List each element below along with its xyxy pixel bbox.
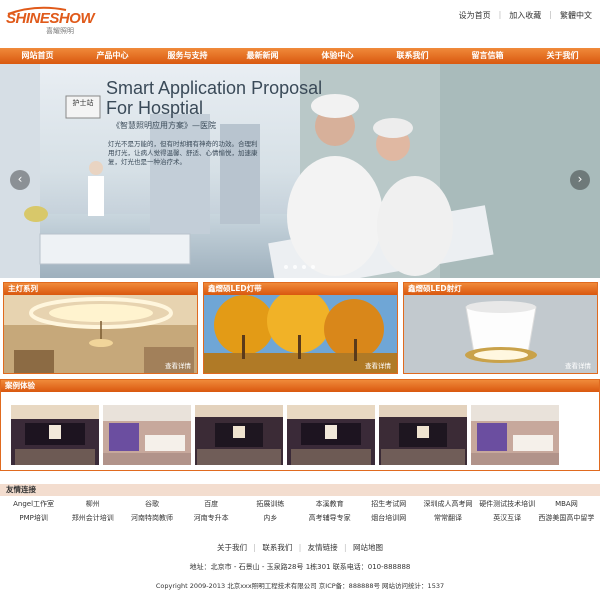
banner-title-line2: For Hosptial [106,98,204,118]
friend-link[interactable]: 西游美国高中留学 [537,513,596,523]
footer-sitemap-link[interactable]: 网站地图 [353,543,383,552]
logo-subtext: 喜耀照明 [46,27,74,35]
separator: | [253,543,256,552]
set-homepage-link[interactable]: 设为首页 [459,10,491,21]
friend-link[interactable]: 深圳成人高考网 [418,499,477,509]
view-details-link[interactable]: 查看详情 [165,360,191,370]
friend-links-section: 友情连接 Angel工作室 柳州 谷歌 百度 拓展训练 本溪教育 招生考试网 深… [0,484,600,532]
banner-prev-button[interactable]: ‹ [10,170,30,190]
view-details-link[interactable]: 查看详情 [365,360,391,370]
case-thumbnail[interactable] [11,405,99,465]
friend-link[interactable]: 郑州会计培训 [63,513,122,523]
nav-products[interactable]: 产品中心 [75,48,150,64]
case-thumbnail[interactable] [379,405,467,465]
friend-link[interactable]: 拓展训练 [241,499,300,509]
case-thumbnail[interactable] [287,405,375,465]
hero-banner[interactable]: Smart Application Proposal For Hosptial … [0,64,600,278]
case-section: 案例体验 [0,379,600,471]
product-card-led-spotlight[interactable]: 鑫熠硕LED射灯 查看详情 [403,282,598,374]
separator: | [549,10,552,19]
pagination-dot[interactable] [302,265,306,269]
view-details-link[interactable]: 查看详情 [565,360,591,370]
friend-link[interactable]: 河南专升本 [182,513,241,523]
friend-link[interactable]: 内乡 [241,513,300,523]
friend-link[interactable]: 招生考试网 [359,499,418,509]
friend-link[interactable]: 硬件测试技术培训 [478,499,537,509]
footer-links: 关于我们 | 联系我们 | 友情链接 | 网站地图 [0,542,600,553]
friend-link[interactable]: 英汉互译 [478,513,537,523]
separator: | [298,543,302,552]
product-card-title: 鑫熠硕LED灯带 [204,283,397,295]
banner-description: 灯光不是万能的，但有时却拥有神奇的功效。合理利用灯光，让病人觉得温馨、舒适、心情… [108,140,258,166]
friend-link[interactable]: PMP培训 [4,513,63,523]
nav-contact[interactable]: 联系我们 [375,48,450,64]
chevron-left-icon: ‹ [17,172,23,186]
logo-text: SHINESHOW [6,10,95,27]
nav-news[interactable]: 最新新闻 [225,48,300,64]
logo[interactable]: SHINESHOW 喜耀照明 [6,6,95,40]
product-card-led-strip[interactable]: 鑫熠硕LED灯带 查看详情 [203,282,398,374]
banner-next-button[interactable]: › [570,170,590,190]
friend-link[interactable]: 谷歌 [122,499,181,509]
case-thumbnails [11,405,559,465]
case-thumbnail[interactable] [471,405,559,465]
friend-links-title: 友情连接 [0,484,600,496]
banner-title-line1: Smart Application Proposal [106,78,323,98]
case-thumbnail[interactable] [195,405,283,465]
banner-pagination [284,265,315,269]
friend-link[interactable]: MBA网 [537,499,596,509]
friend-link[interactable]: 河南特岗教师 [122,513,181,523]
header: SHINESHOW 喜耀照明 设为首页 | 加入收藏 | 繁體中文 [0,0,600,48]
footer-contact-link[interactable]: 联系我们 [262,543,292,552]
main-nav: 网站首页 产品中心 服务与支持 最新新闻 体验中心 联系我们 留言信箱 关于我们 [0,48,600,64]
product-card-main-light[interactable]: 主灯系列 查看详情 [3,282,198,374]
add-favorite-link[interactable]: 加入收藏 [509,10,541,21]
traditional-chinese-link[interactable]: 繁體中文 [560,10,592,21]
nav-about[interactable]: 关于我们 [525,48,600,64]
footer-address: 地址：北京市 - 石景山 - 玉泉路28号 1栋301 联系电话：010-888… [189,563,411,571]
product-card-title: 主灯系列 [4,283,197,295]
case-thumbnail[interactable] [103,405,191,465]
friend-links-grid: Angel工作室 柳州 谷歌 百度 拓展训练 本溪教育 招生考试网 深圳成人高考… [0,496,600,523]
friend-link[interactable]: 高考辅导专家 [300,513,359,523]
product-section: 主灯系列 查看详情 鑫熠硕LED灯带 查看详情 鑫熠硕LED射灯 查看详情 [0,282,600,374]
friend-link[interactable]: 烟台培训网 [359,513,418,523]
pagination-dot[interactable] [311,265,315,269]
friend-link[interactable]: Angel工作室 [4,499,63,509]
friend-link[interactable]: 柳州 [63,499,122,509]
nav-service[interactable]: 服务与支持 [150,48,225,64]
nav-message[interactable]: 留言信箱 [450,48,525,64]
chevron-right-icon: › [577,172,583,186]
nurse-station-sign: 护士站 [72,99,94,107]
pagination-dot[interactable] [284,265,288,269]
friend-link[interactable]: 本溪教育 [300,499,359,509]
top-links: 设为首页 | 加入收藏 | 繁體中文 [459,10,592,21]
footer-copyright: Copyright 2009-2013 北京xxx照明工程技术有限公司 京ICP… [155,582,445,590]
separator: | [498,10,502,19]
friend-link[interactable]: 百度 [182,499,241,509]
nav-home[interactable]: 网站首页 [0,48,75,64]
friend-link[interactable]: 常常翻译 [418,513,477,523]
footer-about-link[interactable]: 关于我们 [217,543,247,552]
separator: | [344,543,347,552]
product-card-title: 鑫熠硕LED射灯 [404,283,597,295]
pagination-dot[interactable] [293,265,297,269]
nav-experience[interactable]: 体验中心 [300,48,375,64]
banner-subtitle: 《智慧照明应用方案》—医院 [112,121,216,130]
case-section-title: 案例体验 [1,380,599,392]
footer: 关于我们 | 联系我们 | 友情链接 | 网站地图 地址：北京市 - 石景山 -… [0,542,600,596]
footer-friend-links-link[interactable]: 友情链接 [308,543,338,552]
